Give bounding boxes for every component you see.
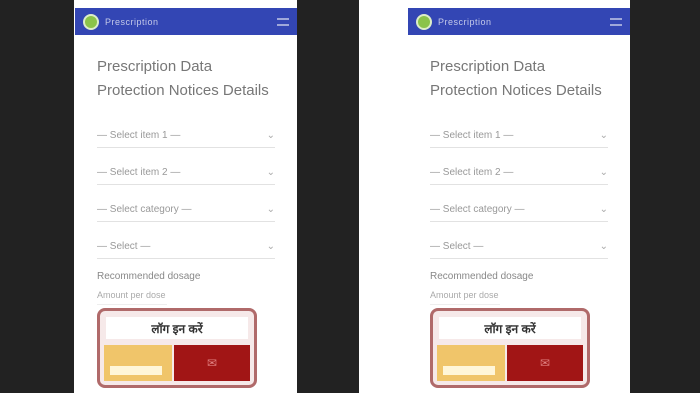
app-bar: Prescription — [408, 8, 630, 35]
chevron-down-icon: ⌄ — [599, 240, 608, 252]
dark-margin-middle — [297, 0, 359, 393]
dropdown-label: — Select item 2 — — [430, 166, 514, 178]
dropdown-label: — Select category — — [97, 203, 192, 215]
banner-yellow-block — [104, 345, 172, 381]
banner-title: लॉग इन करें — [106, 317, 248, 339]
chevron-down-icon: ⌄ — [266, 166, 275, 178]
banner-input-bar — [110, 366, 162, 375]
dropdown-label: — Select item 1 — — [97, 129, 181, 141]
app-bar: Prescription — [75, 8, 297, 35]
section-label: Recommended dosage — [97, 271, 201, 282]
app-logo-icon[interactable] — [83, 13, 99, 30]
dropdown-label: — Select category — — [430, 203, 525, 215]
envelope-icon: ✉ — [539, 356, 551, 370]
dropdown-1[interactable]: — Select item 1 — ⌄ — [430, 123, 608, 148]
dropdown-3[interactable]: — Select category — ⌄ — [430, 197, 608, 222]
section-value: Amount per dose — [97, 290, 167, 305]
app-logo-icon[interactable] — [416, 13, 432, 30]
app-title: Prescription — [438, 16, 492, 27]
dropdown-label: — Select — — [430, 240, 484, 252]
login-banner[interactable]: लॉग इन करें ✉ — [430, 308, 590, 388]
banner-input-bar — [443, 366, 495, 375]
section-value: Amount per dose — [430, 290, 500, 305]
menu-icon[interactable] — [277, 17, 289, 26]
banner-yellow-block — [437, 345, 505, 381]
chevron-down-icon: ⌄ — [266, 129, 275, 141]
dropdown-label: — Select item 1 — — [430, 129, 514, 141]
banner-red-block: ✉ — [507, 345, 583, 381]
phone-screen-2: Prescription Prescription Data Protectio… — [408, 8, 630, 393]
chevron-down-icon: ⌄ — [266, 240, 275, 252]
banner-title: लॉग इन करें — [439, 317, 581, 339]
app-title: Prescription — [105, 16, 159, 27]
banner-red-block: ✉ — [174, 345, 250, 381]
dropdown-2[interactable]: — Select item 2 — ⌄ — [430, 160, 608, 185]
dropdown-1[interactable]: — Select item 1 — ⌄ — [97, 123, 275, 148]
section-label: Recommended dosage — [430, 271, 534, 282]
login-banner[interactable]: लॉग इन करें ✉ — [97, 308, 257, 388]
page-title: Prescription Data Protection Notices Det… — [430, 58, 602, 99]
dropdown-3[interactable]: — Select category — ⌄ — [97, 197, 275, 222]
envelope-icon: ✉ — [206, 356, 218, 370]
chevron-down-icon: ⌄ — [599, 166, 608, 178]
dropdown-2[interactable]: — Select item 2 — ⌄ — [97, 160, 275, 185]
dropdown-label: — Select — — [97, 240, 151, 252]
dropdown-4[interactable]: — Select — ⌄ — [97, 234, 275, 259]
dark-margin-left — [0, 0, 74, 393]
chevron-down-icon: ⌄ — [599, 203, 608, 215]
dropdown-4[interactable]: — Select — ⌄ — [430, 234, 608, 259]
dropdown-label: — Select item 2 — — [97, 166, 181, 178]
phone-screen-1: Prescription Prescription Data Protectio… — [75, 8, 297, 393]
chevron-down-icon: ⌄ — [599, 129, 608, 141]
chevron-down-icon: ⌄ — [266, 203, 275, 215]
dark-margin-right — [630, 0, 700, 393]
page-title: Prescription Data Protection Notices Det… — [97, 58, 269, 99]
menu-icon[interactable] — [610, 17, 622, 26]
